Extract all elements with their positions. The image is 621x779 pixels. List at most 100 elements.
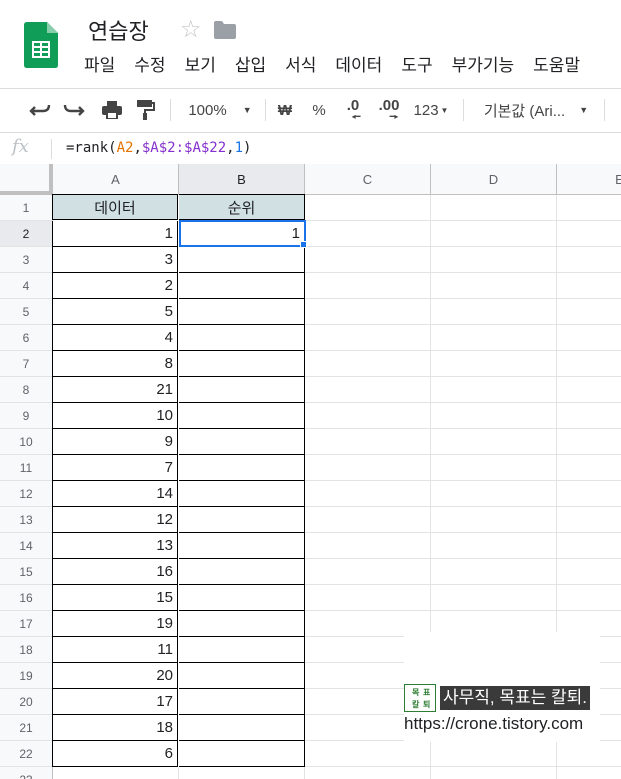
cell-a17[interactable]: 19 <box>52 611 178 637</box>
cell-e14[interactable] <box>557 533 621 559</box>
cell-b6[interactable] <box>179 325 305 351</box>
cell-c8[interactable] <box>305 377 431 403</box>
cell-a12[interactable]: 14 <box>52 481 178 507</box>
cell-d10[interactable] <box>431 429 557 455</box>
print-button[interactable] <box>98 89 126 131</box>
select-all-corner[interactable] <box>0 164 53 195</box>
row-header-10[interactable]: 10 <box>0 429 53 455</box>
cell-d9[interactable] <box>431 403 557 429</box>
menu-data[interactable]: 데이터 <box>335 54 382 80</box>
cell-c11[interactable] <box>305 455 431 481</box>
row-header-7[interactable]: 7 <box>0 351 53 377</box>
cell-e16[interactable] <box>557 585 621 611</box>
row-header-5[interactable]: 5 <box>0 299 53 325</box>
cell-d15[interactable] <box>431 559 557 585</box>
cell-e11[interactable] <box>557 455 621 481</box>
menu-addons[interactable]: 부가기능 <box>452 54 515 80</box>
cell-e7[interactable] <box>557 351 621 377</box>
font-family-select[interactable]: 기본값 (Ari... ▼ <box>476 89 596 131</box>
cell-a18[interactable]: 11 <box>52 637 178 663</box>
cell-a22[interactable]: 6 <box>52 741 178 767</box>
row-header-17[interactable]: 17 <box>0 611 53 637</box>
cell-d13[interactable] <box>431 507 557 533</box>
column-header-d[interactable]: D <box>431 164 557 195</box>
menu-edit[interactable]: 수정 <box>134 54 165 80</box>
cell-c14[interactable] <box>305 533 431 559</box>
cell-e5[interactable] <box>557 299 621 325</box>
cell-b17[interactable] <box>179 611 305 637</box>
cell-c5[interactable] <box>305 299 431 325</box>
cell-b10[interactable] <box>179 429 305 455</box>
cell-a3[interactable]: 3 <box>52 247 178 273</box>
cell-e10[interactable] <box>557 429 621 455</box>
cell-b3[interactable] <box>179 247 305 273</box>
row-header-16[interactable]: 16 <box>0 585 53 611</box>
cell-a14[interactable]: 13 <box>52 533 178 559</box>
cell-c13[interactable] <box>305 507 431 533</box>
cell-b15[interactable] <box>179 559 305 585</box>
cell-c4[interactable] <box>305 273 431 299</box>
cell-a16[interactable]: 15 <box>52 585 178 611</box>
cell-d2[interactable] <box>431 221 557 247</box>
menu-insert[interactable]: 삽입 <box>235 54 266 80</box>
cell-c23[interactable] <box>305 767 431 779</box>
row-header-18[interactable]: 18 <box>0 637 53 663</box>
cell-a5[interactable]: 5 <box>52 299 178 325</box>
row-header-8[interactable]: 8 <box>0 377 53 403</box>
cell-b7[interactable] <box>179 351 305 377</box>
cell-b8[interactable] <box>179 377 305 403</box>
currency-format-button[interactable]: ₩ <box>272 89 298 131</box>
cell-a1[interactable]: 데이터 <box>52 194 178 220</box>
cell-b11[interactable] <box>179 455 305 481</box>
paint-format-button[interactable] <box>132 89 160 131</box>
cell-e13[interactable] <box>557 507 621 533</box>
cell-c22[interactable] <box>305 741 431 767</box>
cell-a11[interactable]: 7 <box>52 455 178 481</box>
column-header-b[interactable]: B <box>179 164 305 195</box>
cell-e2[interactable] <box>557 221 621 247</box>
cell-e9[interactable] <box>557 403 621 429</box>
cell-c15[interactable] <box>305 559 431 585</box>
cell-e1[interactable] <box>557 195 621 221</box>
zoom-select[interactable]: 100% ▼ <box>180 89 260 131</box>
row-header-13[interactable]: 13 <box>0 507 53 533</box>
row-header-12[interactable]: 12 <box>0 481 53 507</box>
cell-e8[interactable] <box>557 377 621 403</box>
cell-a23[interactable] <box>53 767 179 779</box>
cell-a19[interactable]: 20 <box>52 663 178 689</box>
menu-file[interactable]: 파일 <box>84 54 115 80</box>
cell-e15[interactable] <box>557 559 621 585</box>
cell-d5[interactable] <box>431 299 557 325</box>
fill-handle[interactable] <box>300 241 307 248</box>
row-header-4[interactable]: 4 <box>0 273 53 299</box>
document-title[interactable]: 연습장 <box>88 14 149 46</box>
cell-a6[interactable]: 4 <box>52 325 178 351</box>
star-icon[interactable]: ☆ <box>180 16 202 44</box>
cell-a15[interactable]: 16 <box>52 559 178 585</box>
cell-d16[interactable] <box>431 585 557 611</box>
cell-b9[interactable] <box>179 403 305 429</box>
cell-d23[interactable] <box>431 767 557 779</box>
cell-b18[interactable] <box>179 637 305 663</box>
formula-input[interactable]: =rank(A2,$A$2:$A$22,1) <box>66 140 251 156</box>
cell-a20[interactable]: 17 <box>52 689 178 715</box>
cell-b12[interactable] <box>179 481 305 507</box>
cell-e4[interactable] <box>557 273 621 299</box>
cell-d14[interactable] <box>431 533 557 559</box>
cell-c6[interactable] <box>305 325 431 351</box>
cell-d8[interactable] <box>431 377 557 403</box>
cell-b19[interactable] <box>179 663 305 689</box>
cell-c9[interactable] <box>305 403 431 429</box>
cell-d1[interactable] <box>431 195 557 221</box>
column-header-c[interactable]: C <box>305 164 431 195</box>
column-header-a[interactable]: A <box>53 164 179 195</box>
row-header-1[interactable]: 1 <box>0 195 53 221</box>
row-header-21[interactable]: 21 <box>0 715 53 741</box>
menu-tools[interactable]: 도구 <box>401 54 432 80</box>
cell-a10[interactable]: 9 <box>52 429 178 455</box>
cell-e23[interactable] <box>557 767 621 779</box>
cell-a7[interactable]: 8 <box>52 351 178 377</box>
cell-b20[interactable] <box>179 689 305 715</box>
menu-view[interactable]: 보기 <box>185 54 216 80</box>
cell-c16[interactable] <box>305 585 431 611</box>
